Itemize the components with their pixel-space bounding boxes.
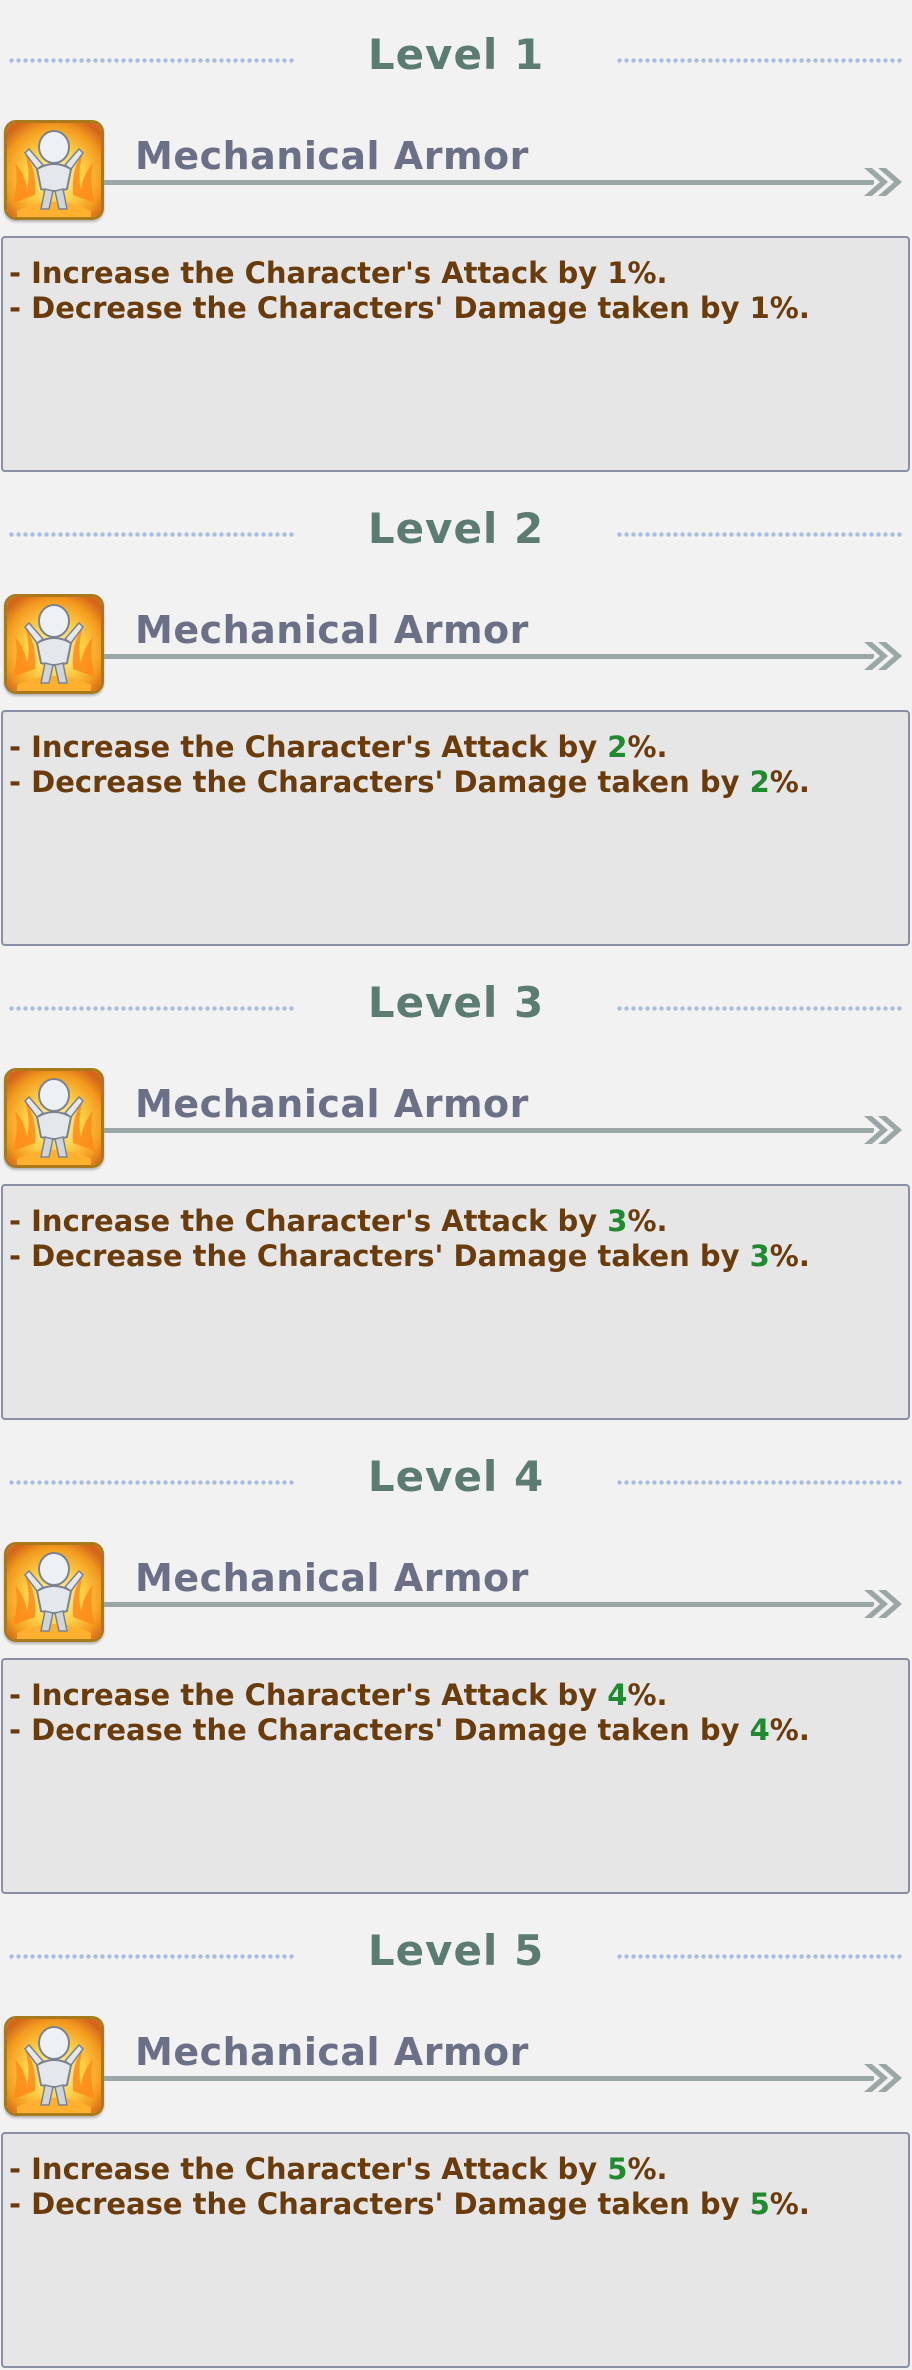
dotted-divider-left [8, 57, 296, 64]
mechanical-armor-skill-icon [4, 594, 104, 694]
level-section-1: Level 1 Mechanical Armor - Increase the … [0, 0, 912, 474]
skill-row[interactable]: Mechanical Armor [0, 118, 912, 226]
level-header: Level 5 [0, 1896, 912, 2016]
attack-effect-line: - Increase the Character's Attack by 1%. [9, 256, 908, 291]
skill-description-box: - Increase the Character's Attack by 5%.… [1, 2132, 910, 2368]
skill-row[interactable]: Mechanical Armor [0, 1066, 912, 1174]
dotted-divider-right [616, 531, 904, 538]
attack-effect-suffix: %. [627, 730, 668, 764]
mechanical-armor-skill-icon [4, 1068, 104, 1168]
dotted-divider-right [616, 1479, 904, 1486]
skill-name: Mechanical Armor [135, 608, 529, 652]
skill-description-box: - Increase the Character's Attack by 4%.… [1, 1658, 910, 1894]
level-title: Level 3 [367, 978, 545, 1027]
double-chevron-right-icon[interactable] [860, 1112, 908, 1148]
attack-effect-prefix: - Increase the Character's Attack by [9, 730, 608, 764]
level-header: Level 4 [0, 1422, 912, 1542]
dotted-divider-left [8, 531, 296, 538]
attack-effect-suffix: %. [627, 1204, 668, 1238]
damage-effect-line: - Decrease the Characters' Damage taken … [9, 765, 908, 800]
skill-name: Mechanical Armor [135, 1082, 529, 1126]
attack-effect-value: 5 [607, 2152, 628, 2186]
damage-effect-line: - Decrease the Characters' Damage taken … [9, 1239, 908, 1274]
damage-effect-line: - Decrease the Characters' Damage taken … [9, 2187, 908, 2222]
damage-effect-value: 1 [749, 291, 770, 325]
damage-effect-line: - Decrease the Characters' Damage taken … [9, 1713, 908, 1748]
damage-effect-prefix: - Decrease the Characters' Damage taken … [9, 1713, 750, 1747]
damage-effect-suffix: %. [769, 1239, 810, 1273]
damage-effect-value: 3 [749, 1239, 770, 1273]
level-title: Level 2 [367, 504, 545, 553]
level-title: Level 5 [367, 1926, 545, 1975]
level-header: Level 1 [0, 0, 912, 120]
level-title: Level 4 [367, 1452, 545, 1501]
attack-effect-value: 2 [607, 730, 628, 764]
level-title: Level 1 [367, 30, 545, 79]
damage-effect-suffix: %. [769, 291, 810, 325]
mechanical-armor-skill-icon [4, 1542, 104, 1642]
skill-description-box: - Increase the Character's Attack by 2%.… [1, 710, 910, 946]
damage-effect-suffix: %. [769, 2187, 810, 2221]
dotted-divider-right [616, 57, 904, 64]
mechanical-armor-skill-icon [4, 2016, 104, 2116]
skill-row[interactable]: Mechanical Armor [0, 1540, 912, 1648]
level-section-2: Level 2 Mechanical Armor - Increase the … [0, 474, 912, 948]
skill-row[interactable]: Mechanical Armor [0, 592, 912, 700]
attack-effect-value: 1 [607, 256, 628, 290]
mechanical-armor-skill-icon [4, 120, 104, 220]
damage-effect-value: 5 [749, 2187, 770, 2221]
attack-effect-suffix: %. [627, 1678, 668, 1712]
double-chevron-right-icon[interactable] [860, 2060, 908, 2096]
double-chevron-right-icon[interactable] [860, 638, 908, 674]
attack-effect-line: - Increase the Character's Attack by 5%. [9, 2152, 908, 2187]
skill-description-box: - Increase the Character's Attack by 3%.… [1, 1184, 910, 1420]
attack-effect-line: - Increase the Character's Attack by 4%. [9, 1678, 908, 1713]
dotted-divider-right [616, 1953, 904, 1960]
attack-effect-line: - Increase the Character's Attack by 2%. [9, 730, 908, 765]
damage-effect-suffix: %. [769, 1713, 810, 1747]
level-header: Level 3 [0, 948, 912, 1068]
attack-effect-value: 4 [607, 1678, 628, 1712]
damage-effect-prefix: - Decrease the Characters' Damage taken … [9, 1239, 750, 1273]
damage-effect-prefix: - Decrease the Characters' Damage taken … [9, 765, 750, 799]
skill-name: Mechanical Armor [135, 2030, 529, 2074]
attack-effect-prefix: - Increase the Character's Attack by [9, 1678, 608, 1712]
attack-effect-suffix: %. [627, 2152, 668, 2186]
dotted-divider-left [8, 1005, 296, 1012]
double-chevron-right-icon[interactable] [860, 1586, 908, 1622]
skill-name: Mechanical Armor [135, 1556, 529, 1600]
attack-effect-prefix: - Increase the Character's Attack by [9, 2152, 608, 2186]
damage-effect-suffix: %. [769, 765, 810, 799]
level-section-4: Level 4 Mechanical Armor - Increase the … [0, 1422, 912, 1896]
damage-effect-value: 2 [749, 765, 770, 799]
damage-effect-prefix: - Decrease the Characters' Damage taken … [9, 2187, 750, 2221]
attack-effect-prefix: - Increase the Character's Attack by [9, 256, 608, 290]
skill-underline [104, 180, 874, 185]
damage-effect-line: - Decrease the Characters' Damage taken … [9, 291, 908, 326]
level-section-5: Level 5 Mechanical Armor - Increase the … [0, 1896, 912, 2370]
skill-description-box: - Increase the Character's Attack by 1%.… [1, 236, 910, 472]
skill-row[interactable]: Mechanical Armor [0, 2014, 912, 2122]
dotted-divider-right [616, 1005, 904, 1012]
skill-level-list: Level 1 Mechanical Armor - Increase the … [0, 0, 912, 2370]
attack-effect-suffix: %. [627, 256, 668, 290]
damage-effect-prefix: - Decrease the Characters' Damage taken … [9, 291, 750, 325]
skill-underline [104, 1128, 874, 1133]
level-header: Level 2 [0, 474, 912, 594]
attack-effect-value: 3 [607, 1204, 628, 1238]
skill-underline [104, 1602, 874, 1607]
dotted-divider-left [8, 1479, 296, 1486]
dotted-divider-left [8, 1953, 296, 1960]
level-section-3: Level 3 Mechanical Armor - Increase the … [0, 948, 912, 1422]
attack-effect-line: - Increase the Character's Attack by 3%. [9, 1204, 908, 1239]
skill-underline [104, 2076, 874, 2081]
skill-underline [104, 654, 874, 659]
double-chevron-right-icon[interactable] [860, 164, 908, 200]
skill-name: Mechanical Armor [135, 134, 529, 178]
damage-effect-value: 4 [749, 1713, 770, 1747]
attack-effect-prefix: - Increase the Character's Attack by [9, 1204, 608, 1238]
